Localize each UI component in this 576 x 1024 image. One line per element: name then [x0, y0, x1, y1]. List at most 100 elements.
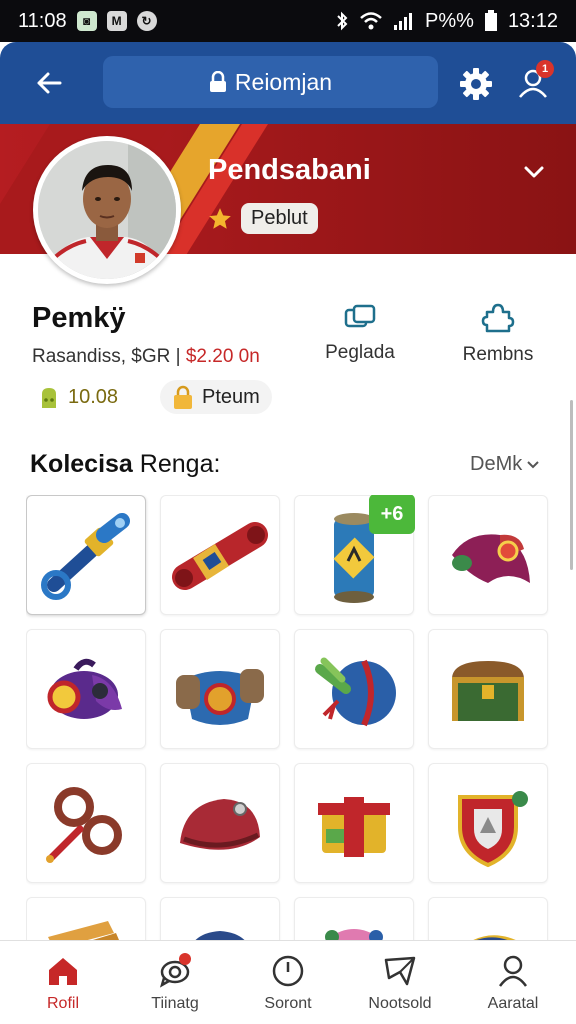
banner-username: Pendsabani [208, 154, 371, 186]
item-wood-planks[interactable] [26, 897, 146, 940]
pink-potion-icon [325, 929, 383, 940]
notification-badge: 1 [536, 60, 554, 78]
star-icon [209, 207, 231, 229]
avatar[interactable] [33, 136, 181, 284]
wood-planks-icon [48, 921, 119, 940]
orb-with-leaves-icon [315, 657, 396, 727]
nav-item-clock[interactable]: Soront [233, 953, 343, 1013]
nav-item-account[interactable]: Aaratal [458, 953, 568, 1013]
item-treasure-chest[interactable] [428, 629, 548, 749]
rank-badge: Peblut [207, 203, 318, 234]
wifi-icon [360, 12, 382, 30]
collection-title-rest: Renga: [139, 450, 221, 478]
puzzle-icon [481, 303, 515, 333]
settings-button[interactable] [456, 64, 496, 104]
rank-label: Peblut [241, 203, 318, 234]
crest-shield-icon [458, 791, 528, 868]
sync-notification-icon: ↻ [136, 11, 157, 31]
nav-label: Aaratal [487, 995, 539, 1012]
status-bar: 11:08 ◙ M ↻ P%% 13:12 [0, 0, 576, 42]
item-orb-with-leaves[interactable] [294, 629, 414, 749]
treasure-chest-icon [452, 661, 524, 721]
app-notification-icon: ◙ [76, 11, 97, 31]
profile-name: Pemkÿ [32, 302, 126, 334]
lock-icon [209, 71, 226, 92]
action-label: Peglada [325, 342, 395, 363]
avatar-photo [38, 141, 176, 279]
rope-coil-icon [46, 787, 122, 863]
scrollbar[interactable] [570, 400, 573, 570]
search-text: Reiomjan [234, 68, 333, 95]
action-label: Rembns [462, 344, 534, 365]
item-magic-cloak[interactable] [428, 495, 548, 615]
battery-percent: P%% [425, 9, 474, 32]
item-treasure-gift[interactable] [294, 763, 414, 883]
search-bar[interactable]: Reiomjan [103, 56, 438, 108]
nav-item-profile[interactable]: Rofil [8, 953, 118, 1013]
item-pink-potion[interactable] [294, 897, 414, 940]
nav-item-chat[interactable]: Tiinatg [120, 953, 230, 1013]
collection-grid: +6 [26, 495, 550, 940]
magic-cloak-icon [452, 534, 530, 583]
notification-dot [179, 953, 191, 965]
chevron-down-icon [524, 166, 544, 178]
bluetooth-icon [337, 11, 348, 31]
chevron-down-icon [527, 460, 539, 468]
item-red-pouch[interactable] [160, 763, 280, 883]
cards-icon [344, 304, 376, 328]
action-peglada-button[interactable]: Peglada [305, 302, 415, 364]
blue-shield-scroll-icon [176, 669, 264, 725]
item-blue-helmet[interactable] [160, 897, 280, 940]
banner-expand-button[interactable] [518, 156, 550, 188]
collection-title: Kolecisa Renga: [30, 450, 220, 479]
item-potion-can[interactable]: +6 [294, 495, 415, 615]
treasure-gift-icon [318, 797, 390, 857]
person-icon [498, 955, 528, 987]
item-gold-item[interactable] [428, 897, 548, 940]
coin-stack-icon [42, 388, 56, 408]
item-red-scroll[interactable] [160, 495, 280, 615]
coins-value: 10.08 [68, 385, 119, 408]
item-purple-bag[interactable] [26, 629, 146, 749]
premium-value: Pteum [202, 385, 260, 408]
nav-label: Soront [264, 995, 312, 1012]
sort-label: DeMk [470, 453, 523, 475]
back-button[interactable] [30, 64, 68, 102]
item-crest-shield[interactable] [428, 763, 548, 883]
mail-notification-icon: M [106, 11, 127, 31]
item-blue-key[interactable] [26, 495, 146, 615]
battery-icon [484, 10, 497, 31]
settings-gear-icon [460, 68, 492, 100]
premium-stat[interactable]: Pteum [160, 380, 272, 414]
profile-info-line: Rasandiss, $GR | $2.20 0n [32, 346, 260, 368]
blue-helmet-icon [195, 931, 245, 940]
nav-label: Rofil [46, 995, 79, 1012]
gold-item-icon [473, 935, 516, 940]
bottom-navigation: Rofil Tiinatg Soront Nootsold Aaratal [0, 940, 576, 1024]
item-count-badge: +6 [369, 495, 415, 534]
coins-stat: 10.08 [26, 380, 130, 414]
back-arrow-icon [37, 72, 62, 94]
nav-item-map[interactable]: Nootsold [345, 953, 455, 1013]
action-rembns-button[interactable]: Rembns [443, 302, 553, 366]
collection-title-bold: Kolecisa [30, 450, 133, 478]
home-icon [49, 958, 77, 985]
signal-icon [394, 13, 413, 30]
blue-key-icon [41, 513, 130, 600]
clock-icon [272, 955, 304, 987]
app-bar: Reiomjan 1 [0, 42, 576, 124]
collection-sort-dropdown[interactable]: DeMk [470, 453, 540, 476]
nav-label: Nootsold [368, 995, 432, 1012]
profile-price: $2.20 0n [185, 346, 260, 367]
profile-button[interactable]: 1 [512, 60, 554, 104]
purple-bag-icon [47, 658, 122, 719]
item-rope-coil[interactable] [26, 763, 146, 883]
nav-label: Tiinatg [151, 995, 199, 1012]
status-time-right: 13:12 [507, 9, 558, 32]
red-pouch-icon [180, 799, 260, 850]
lock-badge-icon [174, 385, 192, 409]
red-scroll-icon [172, 522, 268, 590]
profile-info-text: Rasandiss, $GR | [32, 346, 181, 367]
item-blue-shield-scroll[interactable] [160, 629, 280, 749]
map-icon [384, 956, 416, 986]
